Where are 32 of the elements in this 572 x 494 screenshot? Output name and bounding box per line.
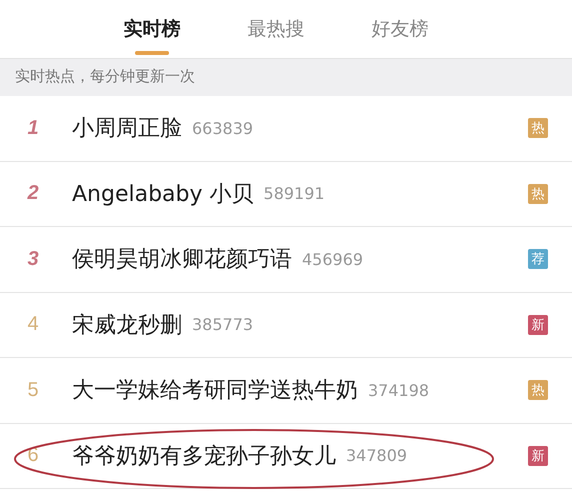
rank-number: 2 xyxy=(26,182,40,206)
tag-badge: 荐 xyxy=(528,249,548,270)
topic-title: 侯明昊胡冰卿花颜巧语 xyxy=(72,246,292,274)
topic-title: 小周周正脸 xyxy=(72,115,182,144)
search-count: 385773 xyxy=(192,315,254,334)
topic-title: 爷爷奶奶有多宠孙子孙女儿 xyxy=(72,442,336,471)
search-count: 589191 xyxy=(264,184,325,204)
notice-text: 实时热点，每分钟更新一次 xyxy=(15,67,195,85)
search-count: 374198 xyxy=(368,380,430,400)
topic-title: Angelababy 小贝 xyxy=(72,180,254,209)
tab[interactable]: 好友榜 xyxy=(364,0,436,58)
tag-badge: 热 xyxy=(528,118,548,138)
topic-title: 宋威龙秒删 xyxy=(72,312,182,340)
list-row[interactable]: 4 宋威龙秒删 385773 新 xyxy=(0,292,572,358)
rank-number: 1 xyxy=(26,116,40,140)
rank-number: 5 xyxy=(26,378,40,402)
search-count: 347809 xyxy=(346,446,408,466)
tab[interactable]: 实时榜 xyxy=(116,0,188,58)
rank-number: 4 xyxy=(26,313,40,336)
list-row[interactable]: 2 Angelababy 小贝 589191 热 xyxy=(0,162,572,227)
list-row[interactable]: 1 小周周正脸 663839 热 xyxy=(0,96,572,162)
rank-number: 3 xyxy=(26,248,40,271)
search-count: 663839 xyxy=(192,118,254,138)
tag-badge: 热 xyxy=(528,184,548,204)
tab[interactable]: 最热搜 xyxy=(240,0,312,58)
topic-title: 大一学妹给考研同学送热牛奶 xyxy=(72,377,358,406)
tag-badge: 新 xyxy=(528,446,548,466)
tag-badge: 热 xyxy=(528,380,548,400)
list-row[interactable]: 5 大一学妹给考研同学送热牛奶 374198 热 xyxy=(0,358,572,424)
search-count: 456969 xyxy=(302,250,364,269)
tag-badge: 新 xyxy=(528,314,548,335)
list-row[interactable]: 3 侯明昊胡冰卿花颜巧语 456969 荐 xyxy=(0,227,572,292)
